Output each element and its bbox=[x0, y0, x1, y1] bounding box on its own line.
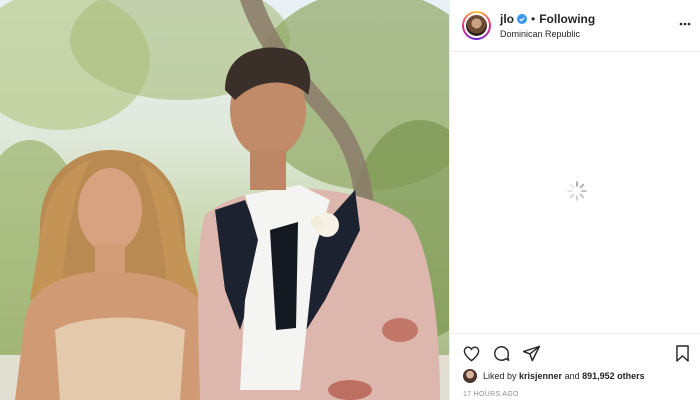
liked-by-middle: and bbox=[562, 371, 583, 381]
more-options-icon[interactable] bbox=[679, 19, 691, 29]
likes-text: Liked by krisjenner and 891,952 others bbox=[483, 371, 645, 381]
following-button[interactable]: Following bbox=[539, 12, 595, 26]
separator-dot: • bbox=[531, 12, 536, 26]
profile-avatar[interactable] bbox=[462, 11, 491, 40]
likes-count-link[interactable]: 891,952 others bbox=[582, 371, 645, 381]
post-image[interactable] bbox=[0, 0, 449, 400]
verified-badge-icon bbox=[517, 14, 527, 24]
heart-icon[interactable] bbox=[462, 344, 481, 363]
post-photo bbox=[0, 0, 449, 400]
share-icon[interactable] bbox=[522, 344, 541, 363]
post-side-panel: jlo • Following Dominican Republic Liked… bbox=[449, 0, 700, 400]
comment-icon[interactable] bbox=[492, 344, 511, 363]
location-link[interactable]: Dominican Republic bbox=[500, 29, 580, 39]
post-timestamp[interactable]: 17 HOURS AGO bbox=[463, 391, 519, 398]
liker-username-link[interactable]: krisjenner bbox=[519, 371, 562, 381]
post-header: jlo • Following Dominican Republic bbox=[450, 0, 700, 52]
post-actions: Liked by krisjenner and 891,952 others 1… bbox=[450, 333, 700, 400]
username-link[interactable]: jlo bbox=[500, 12, 514, 26]
loading-spinner-icon bbox=[567, 181, 587, 201]
liked-by-prefix: Liked by bbox=[483, 371, 520, 381]
user-row: jlo • Following bbox=[500, 12, 595, 26]
bookmark-icon[interactable] bbox=[673, 344, 692, 363]
likes-summary: Liked by krisjenner and 891,952 others bbox=[463, 369, 645, 383]
liker-avatar[interactable] bbox=[463, 369, 477, 383]
